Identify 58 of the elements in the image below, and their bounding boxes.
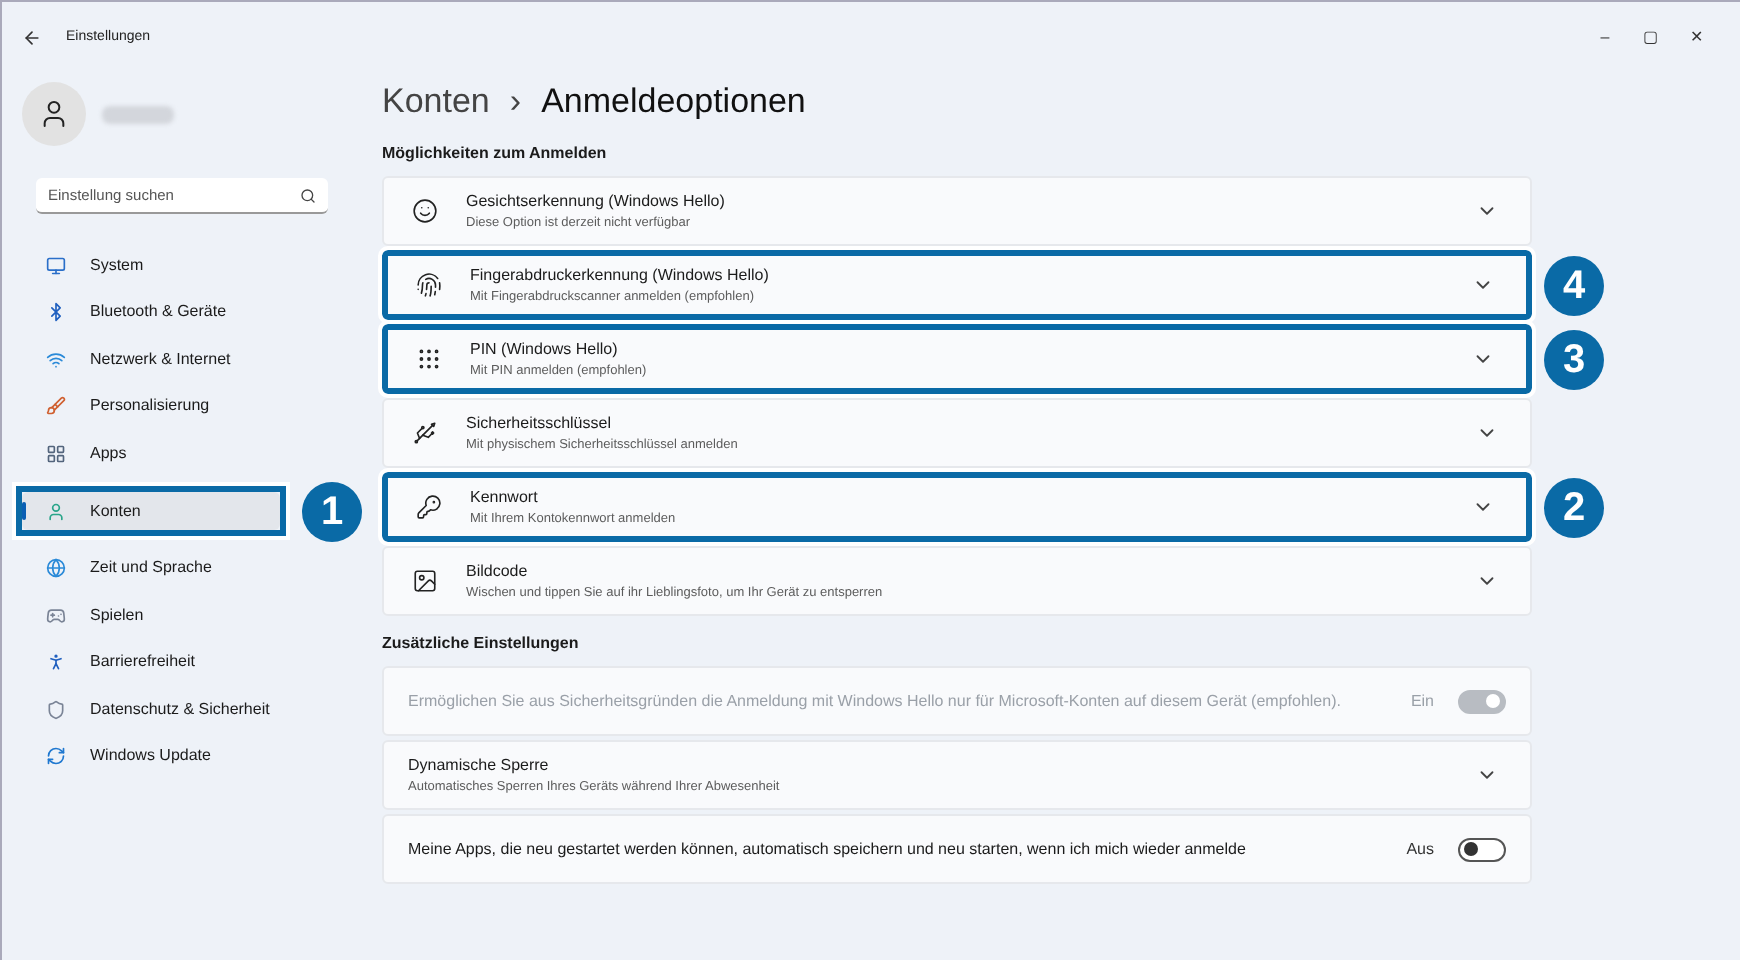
setting-title: Kennwort <box>470 485 540 507</box>
bluetooth-icon <box>46 302 66 323</box>
section-heading: Möglichkeiten zum Anmelden <box>382 142 609 166</box>
globe-icon <box>46 558 66 579</box>
toggle-state: Ein <box>1410 689 1434 713</box>
window-control[interactable]: ▢ <box>1628 26 1674 50</box>
nav-item[interactable]: Konten <box>22 491 280 531</box>
setting-title: Ermöglichen Sie aus Sicherheitsgründen die Anmeldung mit Windows Hello nur für Microsoft-Konten auf diesem Gerät (empfohlen). <box>408 690 1343 712</box>
nav-item[interactable]: System <box>22 246 342 285</box>
toggle-state: Aus <box>1406 837 1434 861</box>
refresh-icon <box>46 746 66 767</box>
keypad-icon <box>416 346 442 372</box>
callout-number: 3 <box>1544 329 1604 389</box>
nav-item[interactable]: Barrierefreiheit <box>22 643 342 682</box>
grid-icon <box>46 443 66 464</box>
person-icon <box>46 652 66 673</box>
nav-item[interactable]: Personalisierung <box>22 387 342 426</box>
nav-item[interactable]: Datenschutz & Sicherheit <box>22 690 342 729</box>
blurred-account-name <box>102 105 174 123</box>
nav-item[interactable]: Windows Update <box>22 737 342 776</box>
section-heading: Zusätzliche Einstellungen <box>382 632 581 656</box>
search-icon <box>300 188 316 204</box>
brush-icon <box>46 396 66 417</box>
callout-number: 4 <box>1544 255 1604 315</box>
monitor-icon <box>46 255 66 276</box>
breadcrumb-separator: › <box>509 80 522 125</box>
setting-card[interactable]: Meine Apps, die neu gestartet werden können, automatisch speichern und neu starten, wenn ich mich wieder anmelde Aus <box>382 814 1532 884</box>
page-title: Anmeldeoptionen <box>541 80 806 125</box>
callout-number: 1 <box>302 481 362 541</box>
nav-item[interactable]: Bluetooth & Geräte <box>22 293 342 332</box>
callout-number: 2 <box>1544 477 1604 537</box>
nav-item[interactable]: Spielen <box>22 596 342 635</box>
user-icon <box>46 501 66 521</box>
setting-title: Bildcode <box>466 559 530 581</box>
setting-title: Fingerabdruckerkennung (Windows Hello) <box>470 263 771 285</box>
setting-title: Meine Apps, die neu gestartet werden können, automatisch speichern und neu starten, wenn ich mich wieder anmelde <box>408 838 1248 860</box>
setting-title: Dynamische Sperre <box>408 753 551 775</box>
nav-item[interactable]: Zeit und Sprache <box>22 549 342 588</box>
breadcrumb-link[interactable]: Konten <box>382 76 490 128</box>
setting-title: Gesichtserkennung (Windows Hello) <box>466 189 727 211</box>
window-control[interactable]: ✕ <box>1674 26 1720 50</box>
smile-icon <box>412 198 438 224</box>
shield-icon <box>46 699 66 720</box>
toggle-switch[interactable] <box>1458 837 1506 861</box>
nav-item[interactable]: Netzwerk & Internet <box>22 340 342 379</box>
setting-title: Sicherheitsschlüssel <box>466 411 613 433</box>
selection-indicator <box>22 501 26 520</box>
back-arrow-icon[interactable] <box>22 28 42 48</box>
gamepad-icon <box>46 605 66 626</box>
fingerprint-icon <box>416 272 442 298</box>
nav-item[interactable]: Apps <box>22 434 342 473</box>
usb-key-icon <box>412 420 438 446</box>
setting-title: PIN (Windows Hello) <box>470 337 620 359</box>
wifi-icon <box>46 349 66 370</box>
avatar-placeholder <box>22 82 86 146</box>
window-control[interactable]: – <box>1582 26 1628 50</box>
picture-icon <box>412 568 438 594</box>
key-icon <box>416 494 442 520</box>
